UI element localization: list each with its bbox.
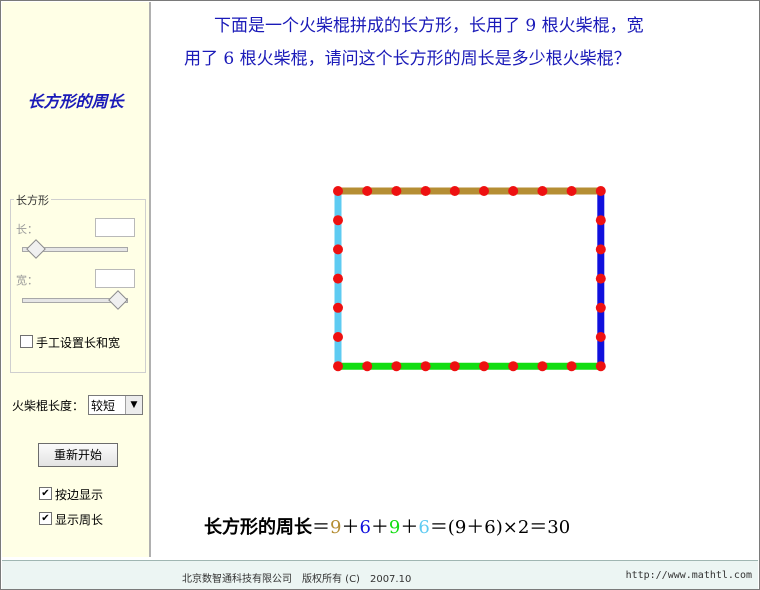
matchstick-joint [333,273,343,284]
matchstick-joint [333,186,343,196]
match-length-value: 较短 [91,399,116,413]
formula-term-length-top: 9 [330,517,342,538]
matchstick-joint [595,215,606,226]
matchstick-joints [333,186,606,372]
question-line-1: 下面是一个火柴棍拼成的长方形，长用了 9 根火柴棍，宽 [214,16,644,36]
matchstick-joint [391,186,402,196]
matchstick-joint [333,215,343,226]
matchstick-joint [420,186,431,196]
show-by-side-checkbox[interactable]: ✔ [39,487,52,500]
matchstick-joint [479,361,489,372]
matchstick-joint [595,273,606,284]
matchstick-joint [479,186,489,196]
rectangle-group-label: 长方形 [14,192,51,208]
footer-url: http://www.mathtl.com [625,570,752,581]
matchstick-joint [449,361,460,372]
matchstick-joint [595,302,606,313]
width-label: 宽： [16,274,38,287]
matchstick-joint [333,332,343,342]
formula-equals: ＝ [312,517,330,538]
matchstick-joint [333,302,343,313]
sidebar-title: 长方形的周长 [27,92,124,111]
matchstick-joint [449,186,460,196]
footer-copyright: 北京数智通科技有限公司 版权所有 (C) 2007.10 [182,574,412,585]
formula-term-width-left: 6 [418,517,430,538]
matchstick-joint [333,244,343,255]
formula-result: ＝(9＋6)×2＝30 [429,517,571,538]
matchstick-joint [566,186,577,196]
matchstick-joint [566,361,577,372]
matchstick-joint [362,361,373,372]
formula-term-width-right: 6 [359,517,371,538]
sidebar: 长方形的周长 长方形 长： 宽： 手工设置长和宽 火柴棍长度： 较短 ▼ 重新开… [2,2,151,557]
manual-size-label: 手工设置长和宽 [36,336,121,350]
matchstick-joint [508,361,519,372]
show-by-side-label: 按边显示 [55,488,104,502]
matchstick-joint [595,186,606,196]
manual-size-checkbox[interactable] [20,335,33,348]
matchstick-joint [391,361,402,372]
formula-plus: ＋ [400,517,419,538]
perimeter-formula: 长方形的周长＝9＋6＋9＋6＝(9＋6)×2＝30 [204,513,570,539]
formula-plus: ＋ [370,517,389,538]
show-perimeter-checkbox[interactable]: ✔ [39,512,52,525]
question-text: 下面是一个火柴棍拼成的长方形，长用了 9 根火柴棍，宽 用了 6 根火柴棍，请问… [184,10,744,76]
footer-bar: 北京数智通科技有限公司 版权所有 (C) 2007.10 http://www.… [2,560,758,589]
matchstick-joint [595,361,606,372]
length-input[interactable] [95,218,135,237]
matchstick-rectangle [333,186,606,372]
matchstick-joint [595,332,606,342]
matchstick-joint [420,361,431,372]
matchstick-joint [508,186,519,196]
matchstick-joint [595,244,606,255]
formula-term-length-bottom: 9 [388,517,401,538]
matchstick-joint [362,186,373,196]
match-length-label: 火柴棍长度： [12,399,85,413]
width-input[interactable] [95,269,135,288]
matchstick-joint [537,361,548,372]
matchstick-joint [537,186,548,196]
show-perimeter-label: 显示周长 [55,513,104,527]
matchstick-joint [333,361,343,372]
restart-button[interactable]: 重新开始 [38,443,118,467]
chevron-down-icon[interactable]: ▼ [125,396,142,414]
length-label: 长： [16,223,38,236]
match-length-select[interactable]: 较短 ▼ [88,395,143,415]
formula-title: 长方形的周长 [204,517,312,538]
formula-plus: ＋ [341,517,360,538]
question-line-2: 用了 6 根火柴棍，请问这个长方形的周长是多少根火柴棍？ [184,49,631,69]
